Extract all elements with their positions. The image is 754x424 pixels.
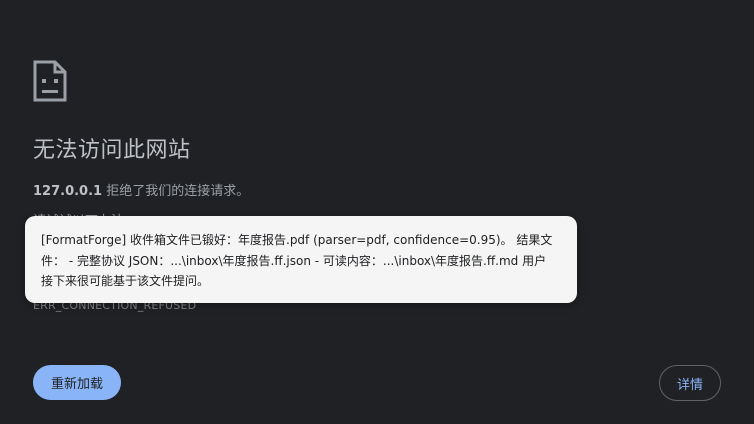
toast-message: [FormatForge] 收件箱文件已锻好：年度报告.pdf (parser=… xyxy=(41,233,553,288)
refused-text: 拒绝了我们的连接请求。 xyxy=(102,184,250,199)
notification-toast: [FormatForge] 收件箱文件已锻好：年度报告.pdf (parser=… xyxy=(25,216,577,303)
page-title: 无法访问此网站 xyxy=(33,138,191,163)
details-button[interactable]: 详情 xyxy=(659,365,721,401)
connection-refused-message: 127.0.0.1 拒绝了我们的连接请求。 xyxy=(33,180,249,199)
error-page: 无法访问此网站 127.0.0.1 拒绝了我们的连接请求。 请试试以下办法： E… xyxy=(0,0,754,424)
reload-button[interactable]: 重新加载 xyxy=(33,365,121,400)
host-address: 127.0.0.1 xyxy=(33,184,103,199)
sad-page-icon xyxy=(33,60,67,102)
